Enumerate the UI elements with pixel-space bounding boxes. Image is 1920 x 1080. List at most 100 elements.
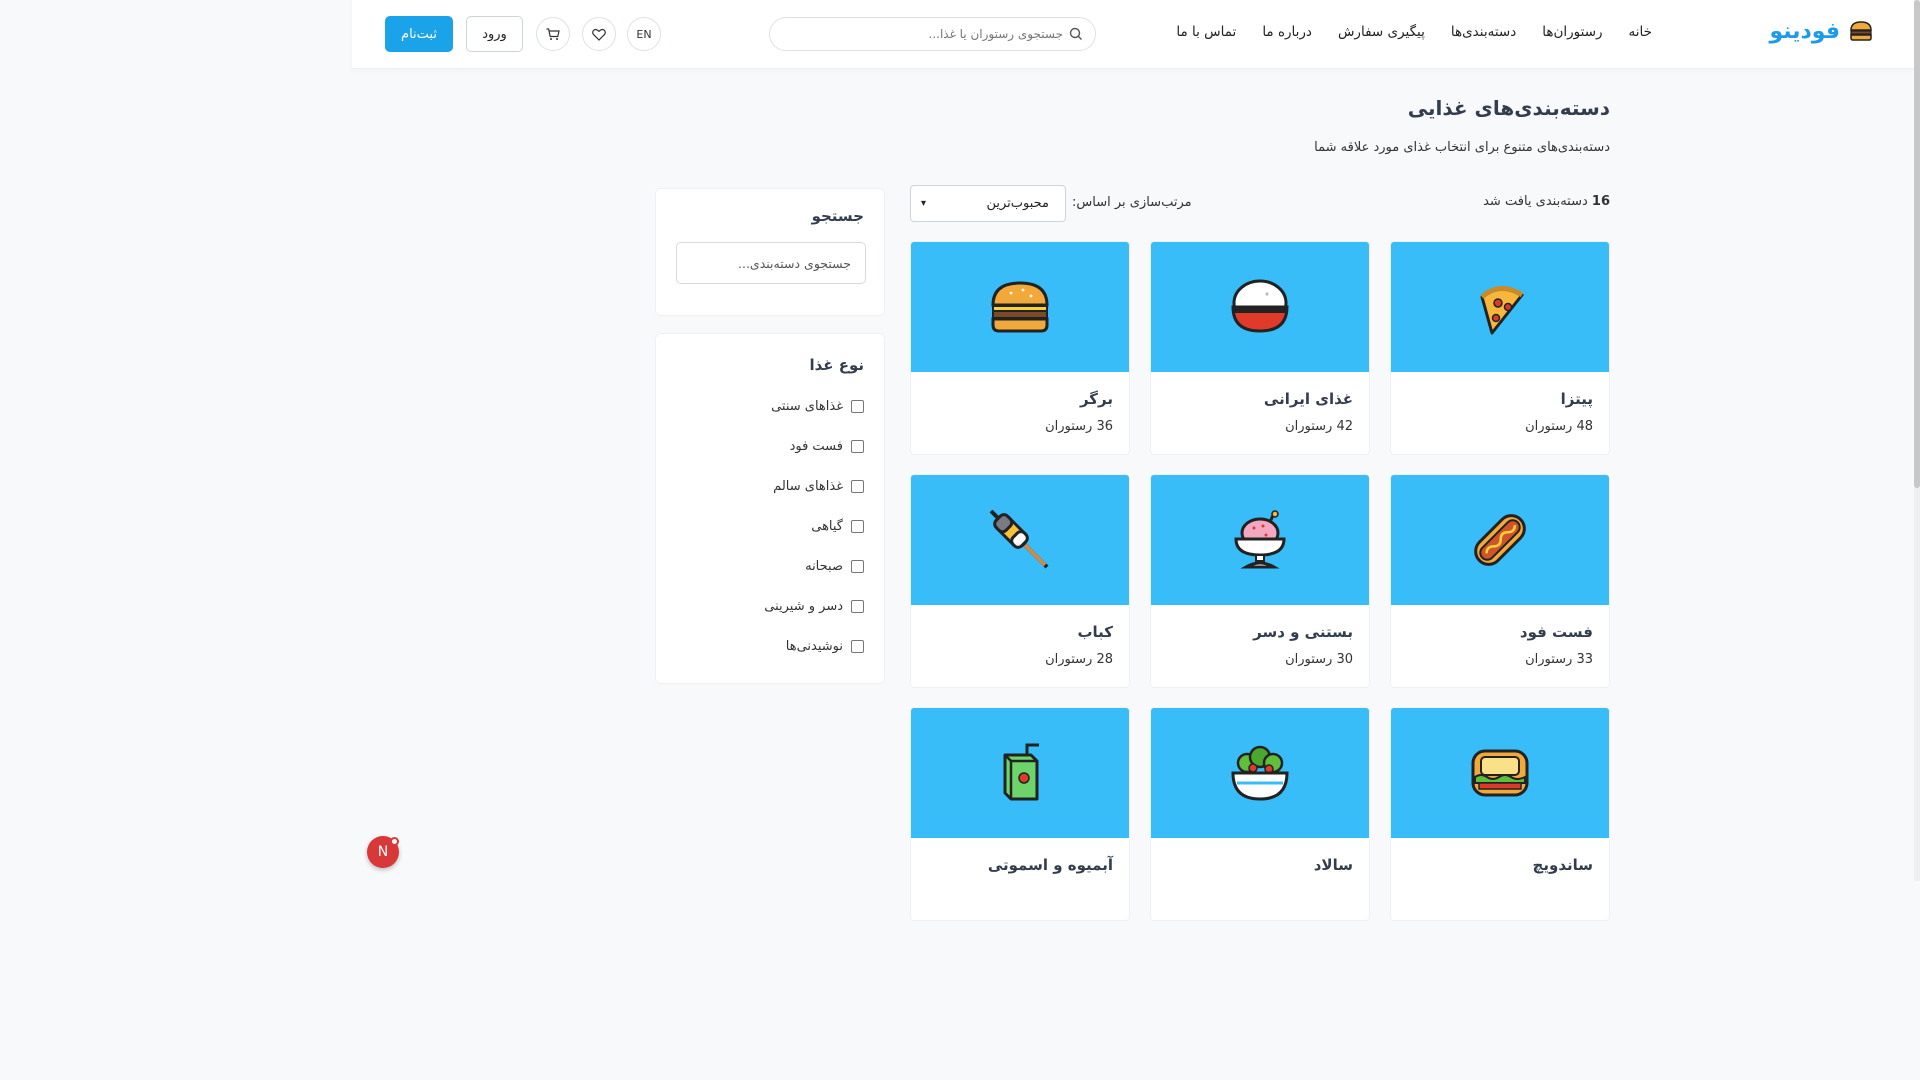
page-title: دسته‌بندی‌های غذایی — [1407, 96, 1610, 120]
checkbox[interactable] — [851, 520, 864, 533]
category-card-sandwich[interactable]: ساندویچ — [1390, 707, 1610, 921]
filter-label: غذاهای سنتی — [771, 399, 843, 414]
category-name: برگر — [1079, 390, 1113, 408]
restaurant-count: 28 رستوران — [1045, 652, 1113, 667]
filter-healthy[interactable]: غذاهای سالم — [773, 479, 864, 494]
main-nav: خانه رستوران‌ها دسته‌بندی‌ها پیگیری سفار… — [1176, 24, 1652, 40]
language-label: EN — [636, 27, 652, 41]
search-icon — [1069, 27, 1082, 40]
filter-label: نوشیدنی‌ها — [785, 639, 843, 654]
heart-icon — [592, 28, 606, 41]
category-card-ice-cream[interactable]: بستنی و دسر 30 رستوران — [1150, 474, 1370, 688]
category-card-juice[interactable]: آبمیوه و اسموتی — [910, 707, 1130, 921]
burger-icon — [1850, 21, 1872, 41]
category-name: سالاد — [1313, 856, 1353, 874]
restaurant-count: 36 رستوران — [1045, 419, 1113, 434]
notification-dot — [390, 837, 399, 846]
cart-button[interactable] — [536, 17, 570, 51]
header-search-input[interactable] — [823, 27, 1063, 41]
filter-label: فست فود — [789, 439, 843, 454]
filter-label: دسر و شیرینی — [764, 599, 843, 614]
nav-home[interactable]: خانه — [1629, 24, 1652, 40]
logo-text: فودینو — [1769, 18, 1840, 44]
card-image — [911, 708, 1129, 838]
filter-label: غذاهای سالم — [773, 479, 843, 494]
category-name: کباب — [1077, 623, 1113, 641]
card-image — [1151, 475, 1369, 605]
nav-categories[interactable]: دسته‌بندی‌ها — [1451, 24, 1516, 40]
category-name: پیتزا — [1560, 390, 1593, 408]
results-count-number: 16 — [1591, 194, 1610, 209]
scrollbar[interactable] — [1914, 0, 1920, 881]
cart-icon — [546, 27, 560, 40]
card-image — [1391, 708, 1609, 838]
filter-breakfast[interactable]: صبحانه — [805, 559, 864, 574]
checkbox[interactable] — [851, 640, 864, 653]
card-image — [1391, 242, 1609, 372]
filter-label: گیاهی — [811, 519, 843, 534]
nav-order-tracking[interactable]: پیگیری سفارش — [1338, 24, 1425, 40]
results-count: 16 دسته‌بندی یافت شد — [1483, 194, 1610, 209]
notification-badge-label: N — [377, 844, 389, 860]
page-subtitle: دسته‌بندی‌های متنوع برای انتخاب غذای مور… — [1314, 140, 1610, 155]
favorites-button[interactable] — [582, 17, 616, 51]
salad-icon — [1231, 745, 1289, 801]
nav-restaurants[interactable]: رستوران‌ها — [1542, 24, 1602, 40]
sort-label: مرتب‌سازی بر اساس: — [1072, 195, 1192, 210]
filter-title: نوع غذا — [809, 356, 864, 374]
filter-vegetarian[interactable]: گیاهی — [811, 519, 864, 534]
checkbox[interactable] — [851, 440, 864, 453]
results-count-text: دسته‌بندی یافت شد — [1483, 194, 1588, 209]
juice-icon — [1003, 743, 1039, 801]
card-image — [1151, 708, 1369, 838]
filter-drinks[interactable]: نوشیدنی‌ها — [786, 639, 864, 654]
category-card-kebab[interactable]: کباب 28 رستوران — [910, 474, 1130, 688]
category-name: بستنی و دسر — [1253, 623, 1353, 641]
burger-icon — [991, 281, 1049, 333]
nav-about[interactable]: درباره ما — [1262, 24, 1312, 40]
ice-cream-icon — [1234, 510, 1286, 569]
filter-dessert[interactable]: دسر و شیرینی — [764, 599, 864, 614]
hotdog-icon — [1474, 514, 1526, 566]
logo[interactable]: فودینو — [1769, 18, 1874, 44]
category-name: فست فود — [1519, 623, 1593, 641]
card-image — [1391, 475, 1609, 605]
pizza-icon — [1480, 286, 1524, 335]
category-search-input[interactable] — [676, 242, 866, 284]
category-card-pizza[interactable]: پیتزا 48 رستوران — [1390, 241, 1610, 455]
header-search — [769, 17, 1096, 51]
category-card-fast-food[interactable]: فست فود 33 رستوران — [1390, 474, 1610, 688]
sort-select[interactable]: محبوب‌ترین ▾ — [910, 185, 1066, 222]
chevron-down-icon: ▾ — [921, 198, 927, 209]
category-name: آبمیوه و اسموتی — [987, 856, 1113, 874]
filter-label: صبحانه — [805, 559, 843, 574]
signup-button[interactable]: ثبت‌نام — [385, 16, 453, 52]
category-card-burger[interactable]: برگر 36 رستوران — [910, 241, 1130, 455]
checkbox[interactable] — [851, 600, 864, 613]
header: فودینو خانه رستوران‌ها دسته‌بندی‌ها پیگی… — [352, 0, 1914, 69]
filter-fast-food[interactable]: فست فود — [790, 439, 864, 454]
sandwich-icon — [1471, 749, 1529, 797]
restaurant-count: 33 رستوران — [1525, 652, 1593, 667]
sort-value: محبوب‌ترین — [986, 196, 1049, 211]
checkbox[interactable] — [851, 400, 864, 413]
filter-traditional[interactable]: غذاهای سنتی — [771, 399, 864, 414]
restaurant-count: 30 رستوران — [1285, 652, 1353, 667]
sidebar-search-panel: جستجو — [655, 188, 885, 316]
category-name: ساندویچ — [1532, 856, 1593, 874]
sidebar-filter-panel: نوع غذا غذاهای سنتی فست فود غذاهای سالم … — [655, 333, 885, 684]
language-button[interactable]: EN — [627, 17, 661, 51]
card-image — [911, 242, 1129, 372]
checkbox[interactable] — [851, 480, 864, 493]
kebab-icon — [989, 509, 1049, 569]
scrollbar-thumb[interactable] — [1914, 0, 1920, 488]
restaurant-count: 42 رستوران — [1285, 419, 1353, 434]
category-card-salad[interactable]: سالاد — [1150, 707, 1370, 921]
card-image — [1151, 242, 1369, 372]
category-card-iranian[interactable]: غذای ایرانی 42 رستوران — [1150, 241, 1370, 455]
category-name: غذای ایرانی — [1263, 390, 1353, 408]
checkbox[interactable] — [851, 560, 864, 573]
login-button[interactable]: ورود — [466, 16, 523, 52]
sidebar-search-title: جستجو — [811, 207, 864, 225]
nav-contact[interactable]: تماس با ما — [1176, 24, 1236, 40]
